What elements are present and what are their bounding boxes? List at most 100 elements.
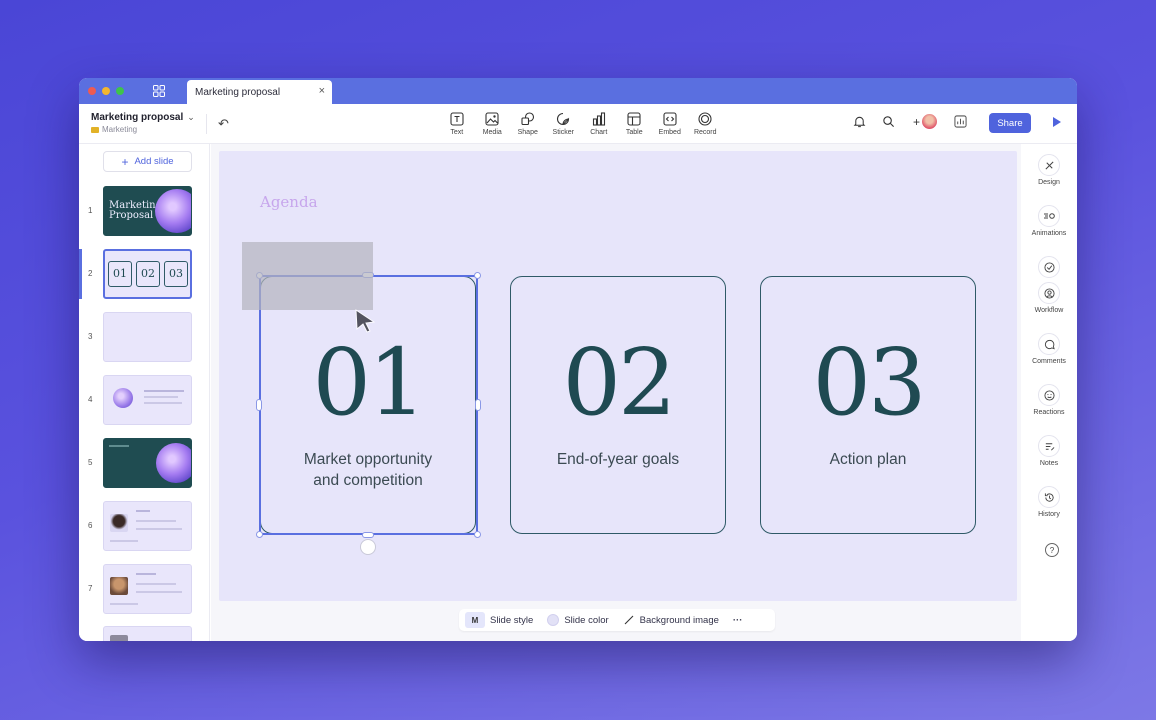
apps-grid-icon[interactable] [153,85,165,97]
sidebar-item-comments[interactable]: Comments [1021,333,1077,365]
resize-handle-top-right[interactable] [474,272,481,279]
slide-thumbnail-row[interactable]: 4 [79,375,209,427]
slide-thumbnail[interactable] [103,438,192,488]
sidebar-item-reactions[interactable]: Reactions [1021,384,1077,416]
slide-thumbnail-row[interactable]: 1 Marketing Proposal [79,186,209,238]
text-placeholder [110,603,138,605]
insert-tools: Text Media Shape Sticker Chart Table Emb… [439,111,723,136]
shape-tool-label: Shape [517,129,538,136]
sidebar-item-notes[interactable]: Notes [1021,435,1077,467]
undo-icon[interactable]: ↶ [218,116,229,132]
table-tool-label: Table [625,129,643,136]
share-button[interactable]: Share [989,113,1031,133]
slide-thumbnail[interactable]: Marketing Proposal [103,186,192,236]
resize-handle-right[interactable] [475,399,481,411]
maximize-window-button[interactable] [116,87,124,95]
animations-icon [1038,205,1060,227]
comments-icon [1038,333,1060,355]
add-collaborator-icon[interactable]: + [913,115,920,129]
checkmark-circle-icon [1038,256,1060,278]
sidebar-item-workflow[interactable]: Workflow [1021,256,1077,314]
resize-handle-bottom[interactable] [362,532,374,538]
sticker-icon [557,112,570,126]
sidebar-item-animations[interactable]: Animations [1021,205,1077,237]
analytics-icon[interactable] [954,115,967,128]
slide-color-button[interactable]: Slide color [547,614,609,626]
slide-thumbnail-row[interactable]: 5 [79,438,209,490]
current-slide[interactable]: Agenda 01 Market opportunity and competi… [219,151,1017,601]
slide-thumbnail[interactable] [103,501,192,551]
slide-style-button[interactable]: M Slide style [465,612,533,628]
chart-tool-label: Chart [590,129,608,136]
color-swatch-icon [547,614,560,626]
tab-marketing-proposal[interactable]: Marketing proposal × [187,80,332,104]
text-placeholder [144,390,184,392]
slide-thumbnail[interactable] [103,564,192,614]
embed-tool-label: Embed [658,129,681,136]
decorative-orb [155,189,191,233]
slide-heading[interactable]: Agenda [260,193,318,211]
background-image-button[interactable]: Background image [623,614,719,626]
sidebar-label: Design [1038,179,1060,186]
text-placeholder [110,540,138,542]
avatar[interactable] [922,114,938,129]
search-icon[interactable] [882,115,895,128]
text-placeholder [136,573,156,575]
sidebar-item-history[interactable]: History [1021,486,1077,518]
folder-breadcrumb[interactable]: Marketing [91,125,137,134]
background-image-label: Background image [639,614,719,626]
agenda-card-2[interactable]: 02 End-of-year goals [510,276,726,534]
chevron-down-icon[interactable]: ⌄ [187,112,195,122]
media-tool-label: Media [482,129,502,136]
close-tab-icon[interactable]: × [319,85,325,97]
slash-icon [624,615,634,625]
slide-number: 7 [88,584,93,593]
slide-style-label: Slide style [490,614,534,626]
record-tool-button[interactable]: Record [688,111,724,136]
close-window-button[interactable] [88,87,96,95]
sidebar-item-design[interactable]: Design [1021,154,1077,186]
resize-handle-bottom-right[interactable] [474,531,481,538]
sticker-tool-label: Sticker [552,129,574,136]
bell-icon[interactable] [853,115,866,128]
slide-thumbnail-row[interactable]: 7 [79,564,209,616]
slide-thumbnail-row[interactable] [79,626,209,641]
document-title[interactable]: Marketing proposal ⌄ [91,112,195,123]
slide-thumbnail-row[interactable]: 3 [79,312,209,364]
chart-tool-button[interactable]: Chart [581,111,617,136]
table-tool-button[interactable]: Table [617,111,653,136]
slide-thumbnail-row[interactable]: 2 01 02 03 [79,249,209,301]
slide-thumbnail[interactable] [103,375,192,425]
person-photo [110,635,128,641]
sidebar-label: Animations [1031,230,1067,237]
more-options-button[interactable]: ··· [733,615,743,626]
folder-icon [91,126,99,133]
person-photo [110,514,128,532]
text-tool-button[interactable]: Text [439,111,475,136]
shape-tool-button[interactable]: Shape [510,111,546,136]
decorative-orb [113,388,133,408]
resize-handle-bottom-left[interactable] [256,531,263,538]
slide-thumbnail-active[interactable]: 01 02 03 [103,249,192,299]
sticker-tool-button[interactable]: Sticker [546,111,582,136]
editor-canvas[interactable]: Agenda 01 Market opportunity and competi… [211,144,1021,641]
thumb-card-2: 02 [136,261,160,287]
mouse-cursor-icon [355,309,376,333]
minimize-window-button[interactable] [102,87,110,95]
thumb-card-1: 01 [108,261,132,287]
table-icon [627,112,641,126]
media-tool-button[interactable]: Media [475,111,511,136]
embed-tool-button[interactable]: Embed [652,111,688,136]
present-play-icon[interactable] [1053,117,1061,127]
agenda-card-3[interactable]: 03 Action plan [760,276,976,534]
add-slide-label: Add slide [134,156,174,167]
help-icon[interactable]: ? [1045,543,1059,557]
media-icon [485,112,499,126]
slide-thumbnail-row[interactable]: 6 [79,501,209,553]
history-icon [1038,486,1060,508]
slide-thumbnail[interactable] [103,312,192,362]
add-slide-button[interactable]: + Add slide [103,151,192,172]
resize-handle-left[interactable] [256,399,262,411]
rotate-handle-icon[interactable] [360,539,376,555]
slide-thumbnail[interactable] [103,626,192,641]
